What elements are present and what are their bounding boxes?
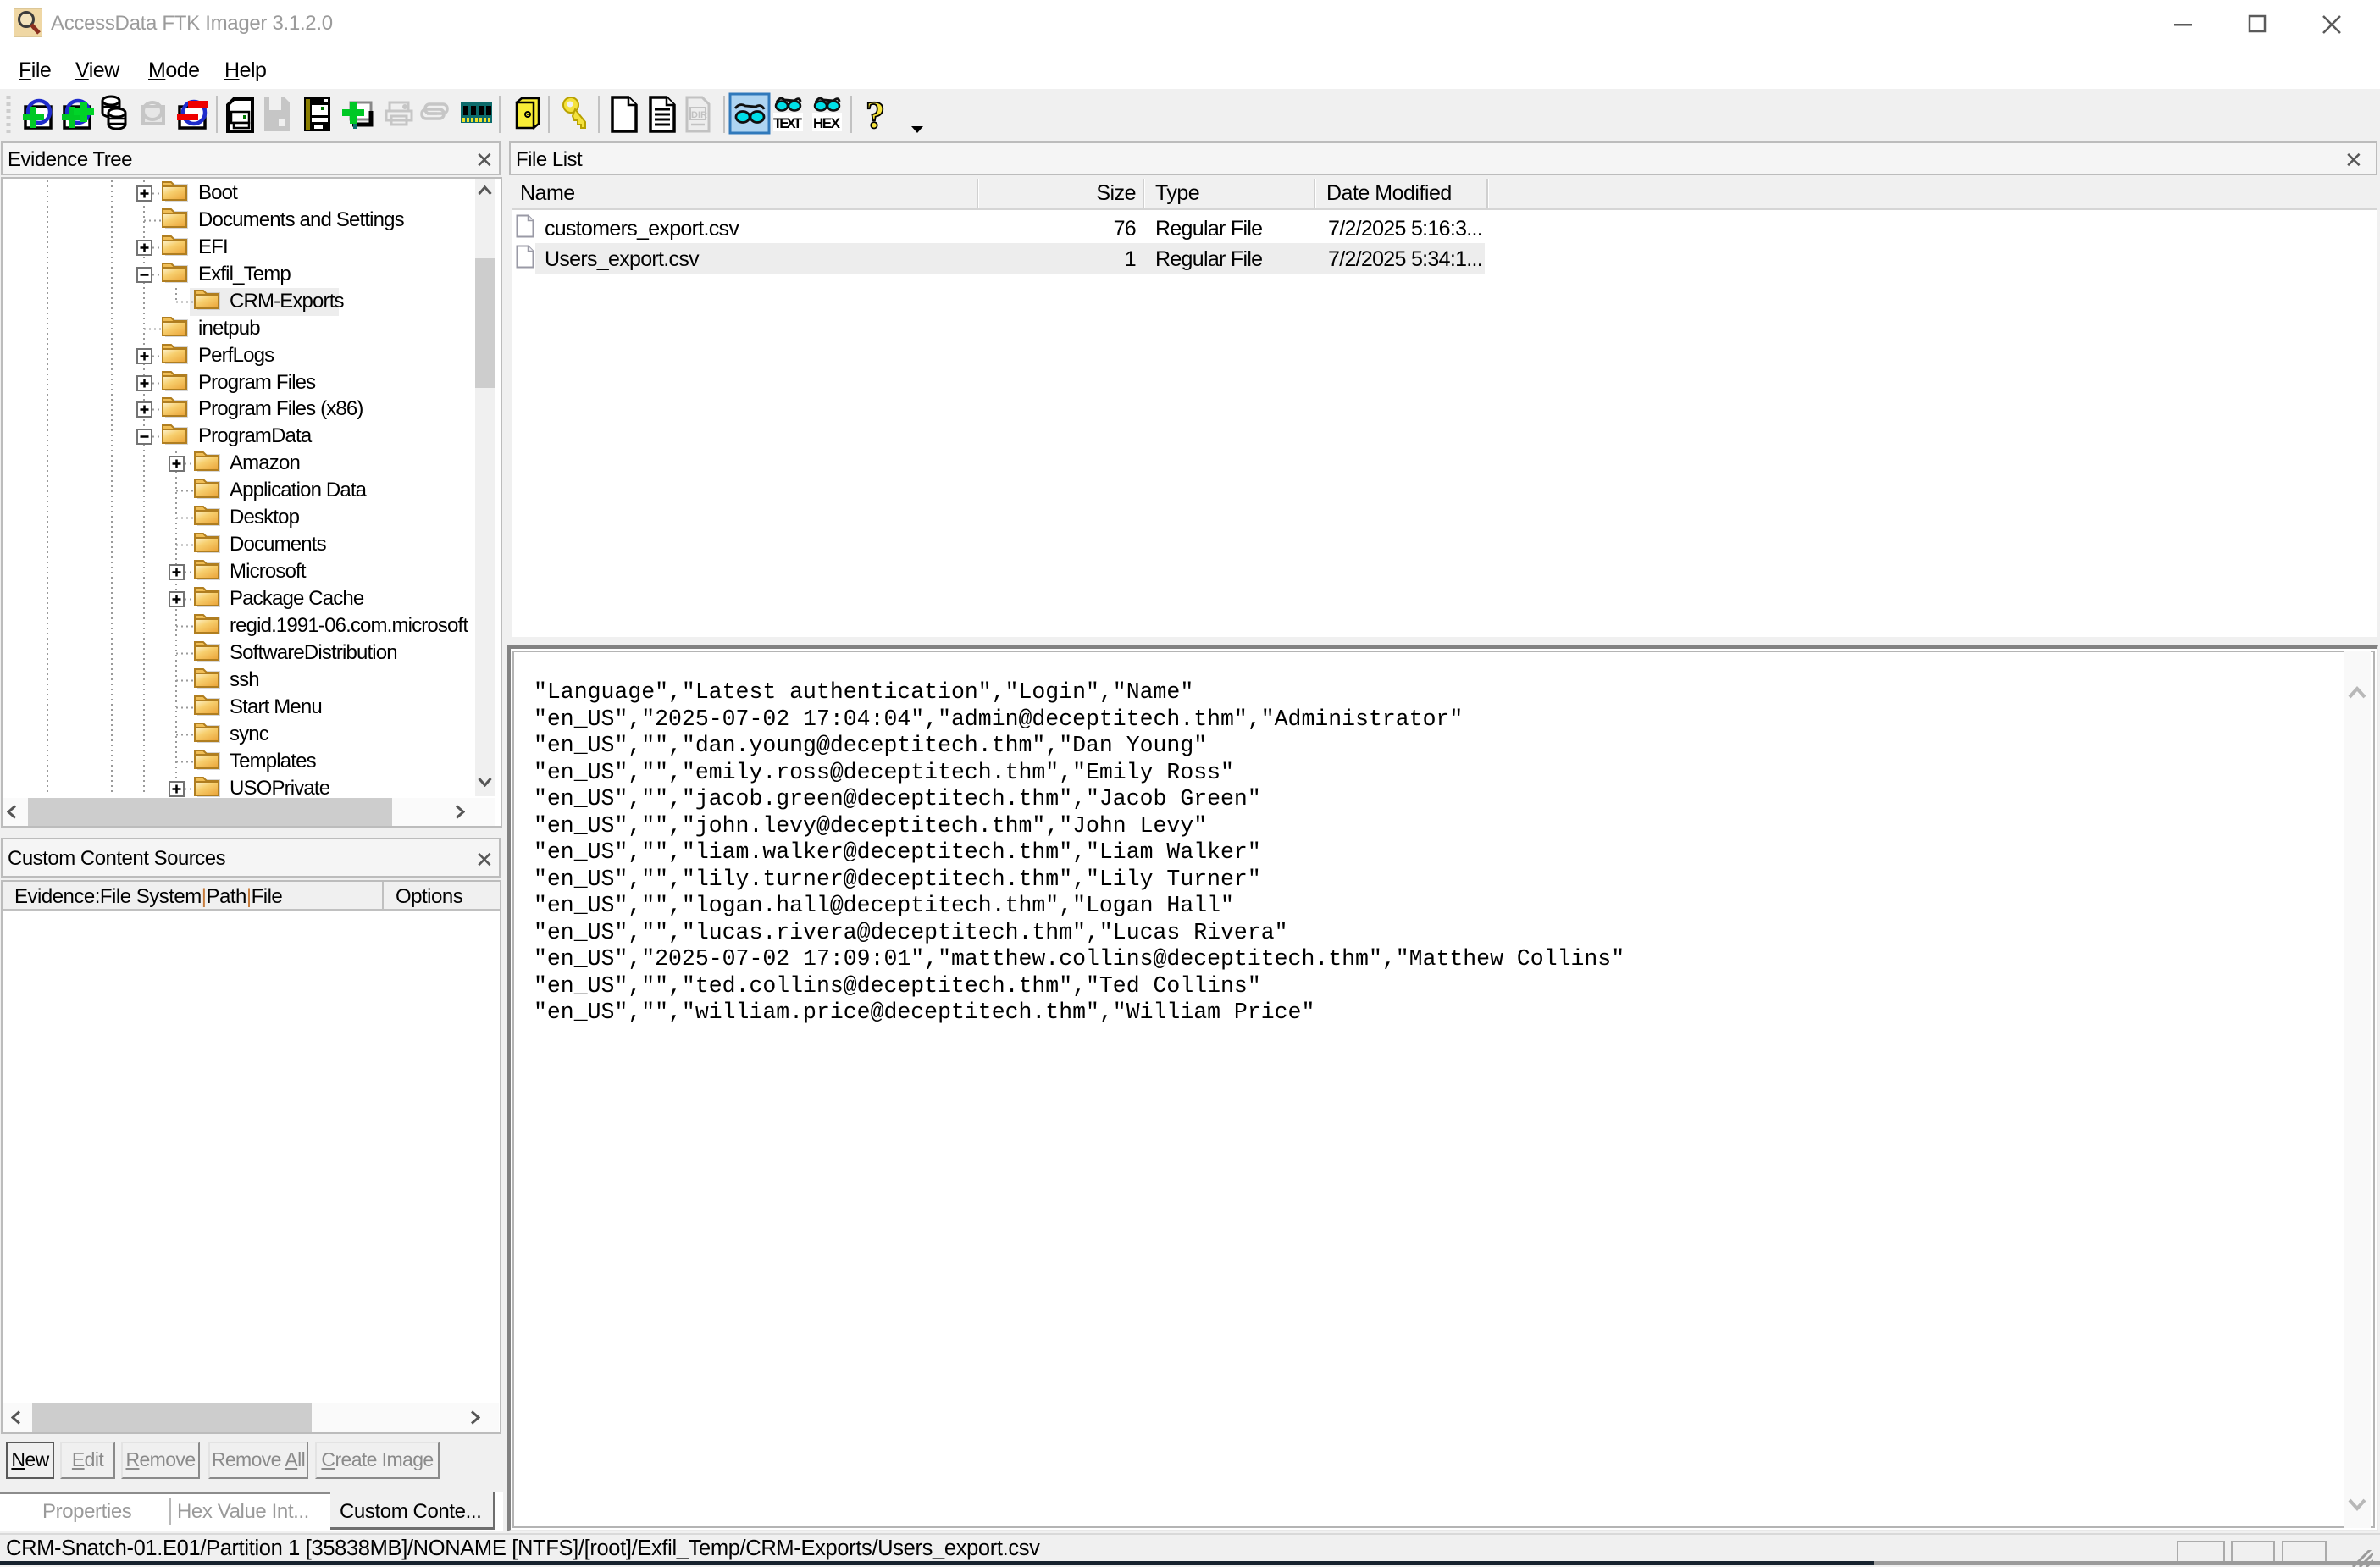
svg-text:TEXT: TEXT xyxy=(773,115,803,131)
svg-text:?: ? xyxy=(866,93,885,136)
svg-text:HEX: HEX xyxy=(813,115,841,131)
svg-text:DIR: DIR xyxy=(691,110,707,120)
